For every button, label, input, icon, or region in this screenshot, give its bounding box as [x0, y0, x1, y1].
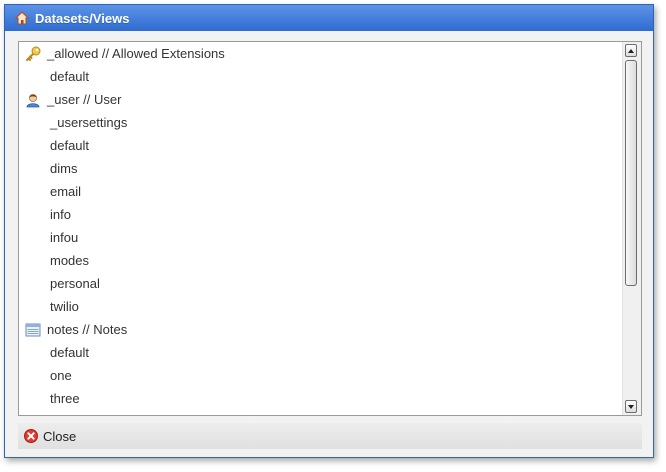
dialog-footer: Close: [18, 423, 642, 449]
dataset-item[interactable]: _user // User: [19, 88, 623, 111]
view-label: default: [50, 345, 90, 360]
datasets-list: _allowed // Allowed Extensions default _us…: [19, 42, 623, 415]
view-label: three: [50, 391, 80, 406]
view-label: _usersettings: [50, 115, 128, 130]
view-item[interactable]: infou: [19, 226, 623, 249]
view-item[interactable]: default: [19, 341, 623, 364]
view-item[interactable]: one: [19, 364, 623, 387]
arrow-up-icon: [628, 48, 634, 53]
scrollbar-thumb[interactable]: [625, 60, 637, 286]
dataset-label: notes // Notes: [47, 322, 128, 337]
view-item[interactable]: default: [19, 134, 623, 157]
view-label: dims: [50, 161, 78, 176]
view-item[interactable]: info: [19, 203, 623, 226]
view-item[interactable]: default: [19, 65, 623, 88]
vertical-scrollbar[interactable]: [622, 42, 641, 415]
key-icon: [25, 46, 41, 62]
datasets-listbox[interactable]: _allowed // Allowed Extensions default _us…: [18, 41, 642, 416]
view-item[interactable]: dims: [19, 157, 623, 180]
view-label: modes: [50, 253, 90, 268]
view-item[interactable]: twilio: [19, 295, 623, 318]
view-label: twilio: [50, 299, 79, 314]
view-item[interactable]: email: [19, 180, 623, 203]
dataset-item[interactable]: notes // Notes: [19, 318, 623, 341]
dataset-label: _allowed // Allowed Extensions: [47, 46, 225, 61]
view-label: email: [50, 184, 82, 199]
dataset-item[interactable]: _allowed // Allowed Extensions: [19, 42, 623, 65]
view-item[interactable]: three: [19, 387, 623, 410]
view-label: info: [50, 207, 71, 222]
close-button[interactable]: Close: [24, 429, 76, 444]
table-icon: [25, 322, 41, 338]
arrow-down-icon: [628, 404, 634, 409]
scroll-up-button[interactable]: [625, 44, 637, 57]
home-icon: [14, 11, 30, 25]
datasets-views-dialog: Datasets/Views _allowed // Allowed Exten…: [4, 4, 654, 458]
view-label: default: [50, 69, 90, 84]
dataset-label: _user // User: [47, 92, 122, 107]
view-label: personal: [50, 276, 100, 291]
view-label: infou: [50, 230, 79, 245]
dialog-title: Datasets/Views: [35, 10, 130, 26]
view-label: default: [50, 138, 90, 153]
view-item[interactable]: modes: [19, 249, 623, 272]
user-icon: [25, 92, 41, 108]
view-item[interactable]: personal: [19, 272, 623, 295]
close-label: Close: [43, 428, 77, 444]
view-label: one: [50, 368, 72, 383]
close-icon: [24, 429, 38, 443]
title-bar[interactable]: Datasets/Views: [5, 5, 653, 31]
scroll-down-button[interactable]: [625, 400, 637, 413]
view-item[interactable]: _usersettings: [19, 111, 623, 134]
